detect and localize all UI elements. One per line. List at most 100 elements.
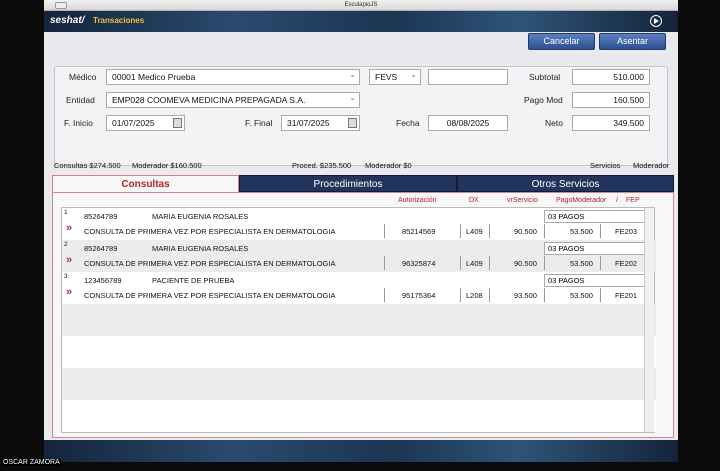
cell-divider: [489, 288, 490, 302]
main-body: Cancelar Asentar Médico 00001 Medico Pru…: [44, 32, 678, 440]
chevron-right-icon[interactable]: »: [66, 286, 72, 298]
cell-divider: [544, 288, 545, 302]
app-header: seshat/ Transaciones: [44, 11, 678, 32]
chevron-right-icon[interactable]: »: [66, 222, 72, 234]
document-type-select[interactable]: FEVS: [369, 68, 421, 85]
summary-proced: Proced. $235.500: [292, 161, 352, 170]
window-titlebar: EsculapioJS: [44, 0, 678, 11]
cell-divider: [489, 256, 490, 270]
service-description: CONSULTA DE PRIMERA VEZ POR ESPECIALISTA…: [84, 291, 336, 300]
app-footer: [44, 440, 678, 462]
empty-row: [62, 336, 656, 352]
summary-servicios-moderador: Moderador: [633, 161, 670, 170]
summary-servicios: Servicios: [590, 161, 621, 170]
neto-label: Neto: [545, 118, 563, 128]
cell-divider: [384, 256, 385, 270]
summary-consultas: Consultas $274.500: [54, 161, 121, 170]
cell-divider: [460, 256, 461, 270]
row-number: 3: [64, 273, 68, 280]
empty-row: [62, 352, 656, 368]
table-row[interactable]: 3 123456789 PACIENTE DE PRUEBA 03 PAGOS …: [62, 272, 656, 304]
pago-select[interactable]: 03 PAGOS: [544, 241, 652, 255]
summary-proced-moderador: Moderador $0: [365, 161, 412, 170]
medico-select[interactable]: 00001 Medico Prueba: [106, 68, 360, 85]
window-control-icon[interactable]: [55, 2, 67, 9]
consultas-panel: Autorización DX vrServicio PagoModerador…: [52, 192, 674, 438]
submit-button[interactable]: Asentar: [599, 33, 666, 50]
column-dx: DX: [469, 197, 479, 204]
invoice-form-panel: Médico 00001 Medico Prueba FEVS Subtotal…: [54, 66, 668, 166]
app-window: EsculapioJS seshat/ Transaciones Cancela…: [44, 0, 678, 471]
cell-divider: [384, 288, 385, 302]
patient-name: MARIA EUGENIA ROSALES: [152, 212, 249, 221]
chevron-right-icon[interactable]: »: [66, 254, 72, 266]
service-description: CONSULTA DE PRIMERA VEZ POR ESPECIALISTA…: [84, 259, 336, 268]
table-row[interactable]: 2 85264789 MARIA EUGENIA ROSALES 03 PAGO…: [62, 240, 656, 272]
f-inicio-value: 01/07/2025: [112, 118, 155, 128]
document-number-input[interactable]: [428, 69, 508, 85]
column-pago-moderador: PagoModerador: [556, 197, 607, 204]
cell-divider: [600, 288, 601, 302]
f-final-label: F. Final: [245, 118, 273, 128]
row-number: 1: [64, 209, 68, 216]
service-value: 90.500: [514, 227, 537, 236]
window-title: EsculapioJS: [344, 2, 378, 8]
f-final-input[interactable]: 31/07/2025: [281, 115, 360, 131]
fep-code: FE202: [615, 259, 638, 268]
tab-otros-servicios[interactable]: Otros Servicios: [457, 175, 674, 192]
f-final-value: 31/07/2025: [287, 118, 330, 128]
moderator-value: 53.500: [570, 259, 593, 268]
entidad-select[interactable]: EMP028 COOMEVA MEDICINA PREPAGADA S.A.: [106, 91, 360, 108]
pago-mod-field: 160.500: [572, 92, 650, 108]
fep-code: FE203: [615, 227, 638, 236]
brand-logo: seshat/: [50, 15, 85, 26]
patient-name: PACIENTE DE PRUEBA: [152, 276, 235, 285]
calendar-icon[interactable]: [173, 118, 182, 128]
service-description: CONSULTA DE PRIMERA VEZ POR ESPECIALISTA…: [84, 227, 336, 236]
cell-divider: [544, 256, 545, 270]
column-separator: /: [616, 197, 618, 204]
cell-divider: [384, 224, 385, 238]
patient-id: 123456789: [84, 276, 122, 285]
user-caption: OSCAR ZAMORA: [2, 459, 61, 466]
section-title: Transaciones: [93, 16, 145, 25]
empty-row: [62, 384, 656, 400]
authorization-number: 85214569: [402, 227, 436, 236]
empty-row: [62, 320, 656, 336]
vertical-scrollbar[interactable]: [644, 208, 654, 432]
authorization-number: 96325874: [402, 259, 436, 268]
play-icon[interactable]: [650, 15, 662, 27]
moderator-value: 53.500: [570, 227, 593, 236]
service-value: 93.500: [514, 291, 537, 300]
calendar-icon[interactable]: [348, 118, 357, 128]
empty-row: [62, 304, 656, 320]
fecha-label: Fecha: [396, 118, 420, 128]
medico-label: Médico: [69, 72, 97, 82]
dx-code: L409: [466, 259, 483, 268]
pago-mod-label: Pago Mod: [524, 95, 563, 105]
cell-divider: [544, 224, 545, 238]
cell-divider: [600, 224, 601, 238]
empty-row: [62, 416, 656, 432]
f-inicio-input[interactable]: 01/07/2025: [106, 115, 185, 131]
column-autorizacion: Autorización: [398, 197, 437, 204]
cell-divider: [460, 288, 461, 302]
fep-code: FE201: [615, 291, 638, 300]
pago-select[interactable]: 03 PAGOS: [544, 273, 652, 287]
column-vr-servicio: vrServicio: [507, 197, 538, 204]
tab-bar: Consultas Procedimientos Otros Servicios: [52, 175, 674, 192]
patient-name: MARIA EUGENIA ROSALES: [152, 244, 249, 253]
tab-consultas[interactable]: Consultas: [52, 175, 239, 192]
entidad-label: Entidad: [66, 95, 95, 105]
pago-select[interactable]: 03 PAGOS: [544, 209, 652, 223]
patient-id: 85264789: [84, 244, 118, 253]
column-fep: FEP: [626, 197, 640, 204]
table-row[interactable]: 1 85264789 MARIA EUGENIA ROSALES 03 PAGO…: [62, 208, 656, 240]
cancel-button[interactable]: Cancelar: [528, 33, 595, 50]
cell-divider: [489, 224, 490, 238]
service-value: 90.500: [514, 259, 537, 268]
moderator-value: 53.500: [570, 291, 593, 300]
tab-procedimientos[interactable]: Procedimientos: [239, 175, 457, 192]
empty-row: [62, 368, 656, 384]
f-inicio-label: F. Inicio: [64, 118, 93, 128]
